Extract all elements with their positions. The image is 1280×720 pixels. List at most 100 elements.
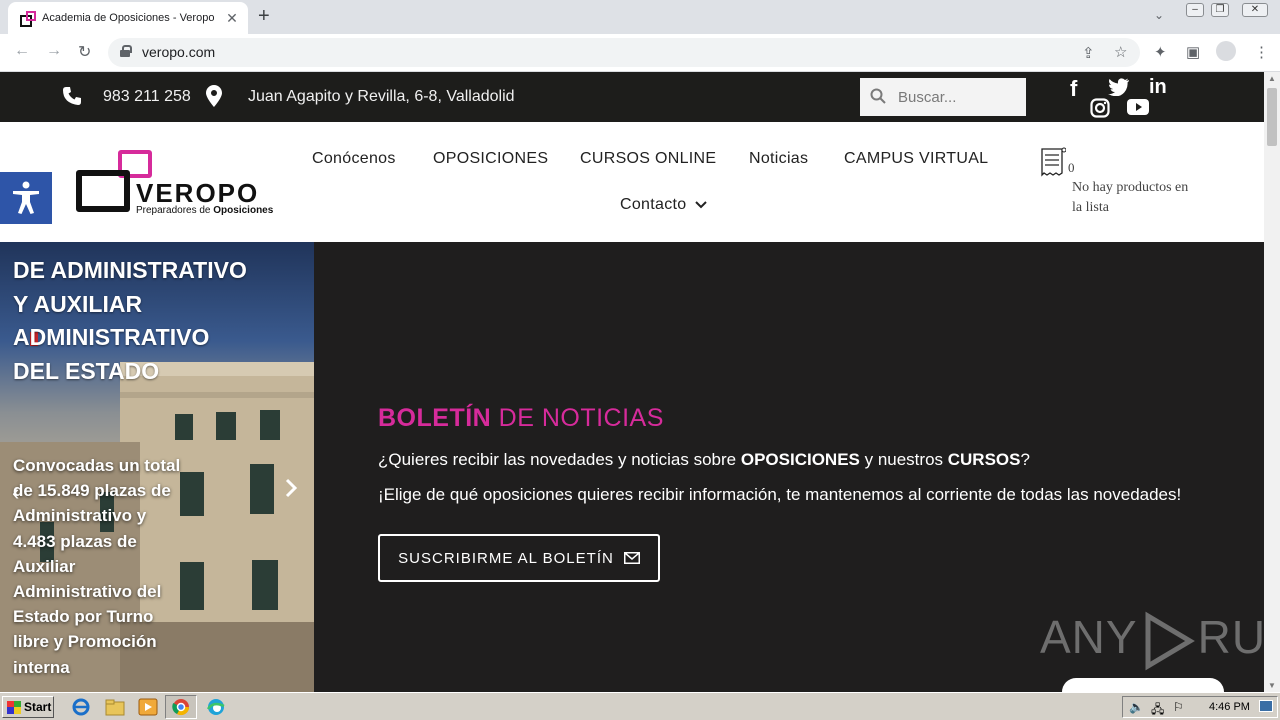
edge-icon[interactable] [205,697,227,717]
logo-tagline-plain: Preparadores de [136,205,214,216]
watermark-play-icon [1145,611,1195,671]
newsletter-title-bold: BOLETÍN [378,404,492,432]
browser-tab-strip: Academia de Oposiciones - Veropo ✕ + ⌄ –… [0,0,1280,34]
accessibility-person-icon [13,181,39,214]
newsletter-question: ¿Quieres recibir las novedades y noticia… [378,450,1030,470]
scrollbar-thumb[interactable] [1267,88,1277,146]
media-player-icon[interactable] [137,697,159,717]
instagram-icon[interactable] [1090,98,1110,118]
veropo-logo[interactable]: VEROPO Preparadores de Oposiciones [76,150,281,216]
action-center-flag-icon[interactable]: ⚐ [1173,700,1184,714]
back-arrow-icon[interactable]: ← [14,42,30,60]
slider-prev-arrow-icon[interactable]: ‹ [12,480,19,506]
web-page: 983 211 258 Juan Agapito y Revilla, 6-8,… [0,72,1264,692]
subscribe-button-label: SUSCRIBIRME AL BOLETÍN [398,549,614,567]
windows-taskbar: Start 🔈 🖧 ⚐ 4:46 PM [0,692,1280,720]
map-pin-icon [206,85,222,107]
chrome-icon [172,699,190,716]
hero-description: Convocadas un total de 15.849 plazas de … [13,456,181,677]
twitter-icon[interactable] [1108,78,1130,96]
search-input[interactable] [898,87,1018,107]
show-desktop-icon[interactable] [1259,700,1273,712]
youtube-icon[interactable] [1127,99,1149,115]
phone-number[interactable]: 983 211 258 [103,88,191,106]
newsletter-section: BOLETÍN DE NOTICIAS ¿Quieres recibir las… [314,242,1264,692]
tab-search-chevron-icon[interactable]: ⌄ [1154,8,1164,22]
url-text[interactable]: veropo.com [142,44,215,60]
share-icon[interactable]: ⇪ [1082,44,1095,62]
nav-item-noticias[interactable]: Noticias [749,150,808,168]
envelope-icon [623,552,640,564]
extensions-puzzle-icon[interactable]: ✦ [1154,43,1167,61]
chevron-down-icon [695,201,707,209]
nav-item-contacto-label: Contacto [620,196,687,213]
forward-arrow-icon[interactable]: → [46,42,62,60]
newsletter-question-part: ¿Quieres recibir las novedades y noticia… [378,450,741,469]
cart-list-icon[interactable] [1040,147,1066,177]
watermark-left: ANY [1040,611,1138,663]
nav-item-contacto[interactable]: Contacto [620,196,707,214]
start-button[interactable]: Start [2,696,54,718]
subscribe-newsletter-button[interactable]: SUSCRIBIRME AL BOLETÍN [378,534,660,582]
slider-next-arrow-icon[interactable] [284,478,298,498]
nav-item-oposiciones[interactable]: OPOSICIONES [433,150,548,168]
site-search [860,78,1026,116]
browser-toolbar: ← → ↻ veropo.com ⇪ ☆ ✦ ▣ ⋮ [0,34,1280,72]
window-close-button[interactable]: ✕ [1242,3,1268,17]
cart-empty-message: No hay productos en la lista [1072,180,1189,215]
site-header: VEROPO Preparadores de Oposiciones Conóc… [0,122,1264,242]
page-scrollbar[interactable]: ▲ ▼ [1264,72,1280,692]
internet-explorer-icon[interactable] [70,697,92,717]
nav-item-cursos-online[interactable]: CURSOS ONLINE [580,150,716,168]
newsletter-title-rest: DE NOTICIAS [491,404,664,432]
bookmark-star-icon[interactable]: ☆ [1114,43,1127,61]
scroll-down-arrow-icon[interactable]: ▼ [1268,681,1276,690]
browser-menu-icon[interactable]: ⋮ [1254,43,1269,61]
start-label: Start [24,700,52,714]
tab-close-icon[interactable]: ✕ [224,10,240,27]
watermark-right: RUN [1197,611,1264,663]
chat-widget-button[interactable] [1062,678,1224,692]
window-minimize-button[interactable]: – [1186,3,1204,17]
profile-avatar-icon[interactable] [1216,41,1236,61]
contact-top-bar: 983 211 258 Juan Agapito y Revilla, 6-8,… [0,72,1264,122]
newsletter-question-part: y nuestros [859,450,948,469]
accessibility-button[interactable] [0,172,52,224]
network-icon[interactable]: 🖧 [1151,700,1164,720]
address-bar[interactable]: veropo.com ⇪ ☆ [108,38,1140,67]
tab-title: Academia de Oposiciones - Veropo [42,12,215,24]
newsletter-question-cursos: CURSOS [947,450,1021,469]
facebook-icon[interactable]: f [1070,76,1077,102]
chrome-taskbar-button[interactable] [165,695,197,719]
newsletter-question-end: ? [1020,450,1030,469]
window-restore-button[interactable]: ❐ [1211,3,1229,17]
phone-icon[interactable] [62,86,82,106]
reload-icon[interactable]: ↻ [78,42,91,62]
nav-item-conocenos[interactable]: Conócenos [312,150,396,168]
logo-tagline: Preparadores de Oposiciones [136,205,273,216]
side-panel-icon[interactable]: ▣ [1186,43,1200,61]
logo-black-square [76,170,130,212]
browser-tab[interactable]: Academia de Oposiciones - Veropo ✕ [8,2,248,34]
volume-icon[interactable]: 🔈 [1129,700,1144,714]
new-tab-button[interactable]: + [258,5,270,28]
newsletter-question-oposiciones: OPOSICIONES [740,450,860,469]
hero-title: DE ADMINISTRATIVO Y AUXILIAR ADMINISTRAT… [13,257,247,384]
scroll-up-arrow-icon[interactable]: ▲ [1268,74,1276,83]
system-tray: 🔈 🖧 ⚐ 4:46 PM [1122,696,1278,718]
site-favicon-icon [20,11,36,27]
logo-tagline-bold: Oposiciones [213,205,274,216]
file-explorer-icon[interactable] [104,697,126,717]
anyrun-watermark: ANY RUN [1040,610,1264,671]
lock-icon[interactable] [120,45,132,57]
windows-flag-icon [7,700,21,714]
linkedin-icon[interactable]: in [1149,76,1167,99]
newsletter-invite: ¡Elige de qué oposiciones quieres recibi… [378,485,1182,504]
taskbar-clock[interactable]: 4:46 PM [1209,701,1250,713]
nav-item-campus-virtual[interactable]: CAMPUS VIRTUAL [844,150,988,168]
newsletter-title: BOLETÍN DE NOTICIAS [378,404,664,433]
address-text[interactable]: Juan Agapito y Revilla, 6-8, Valladolid [248,88,515,106]
cart-count: 0 [1068,160,1075,175]
search-icon[interactable] [870,88,886,104]
hero-slider: DE ADMINISTRATIVO Y AUXILIAR ADMINISTRAT… [0,242,314,692]
